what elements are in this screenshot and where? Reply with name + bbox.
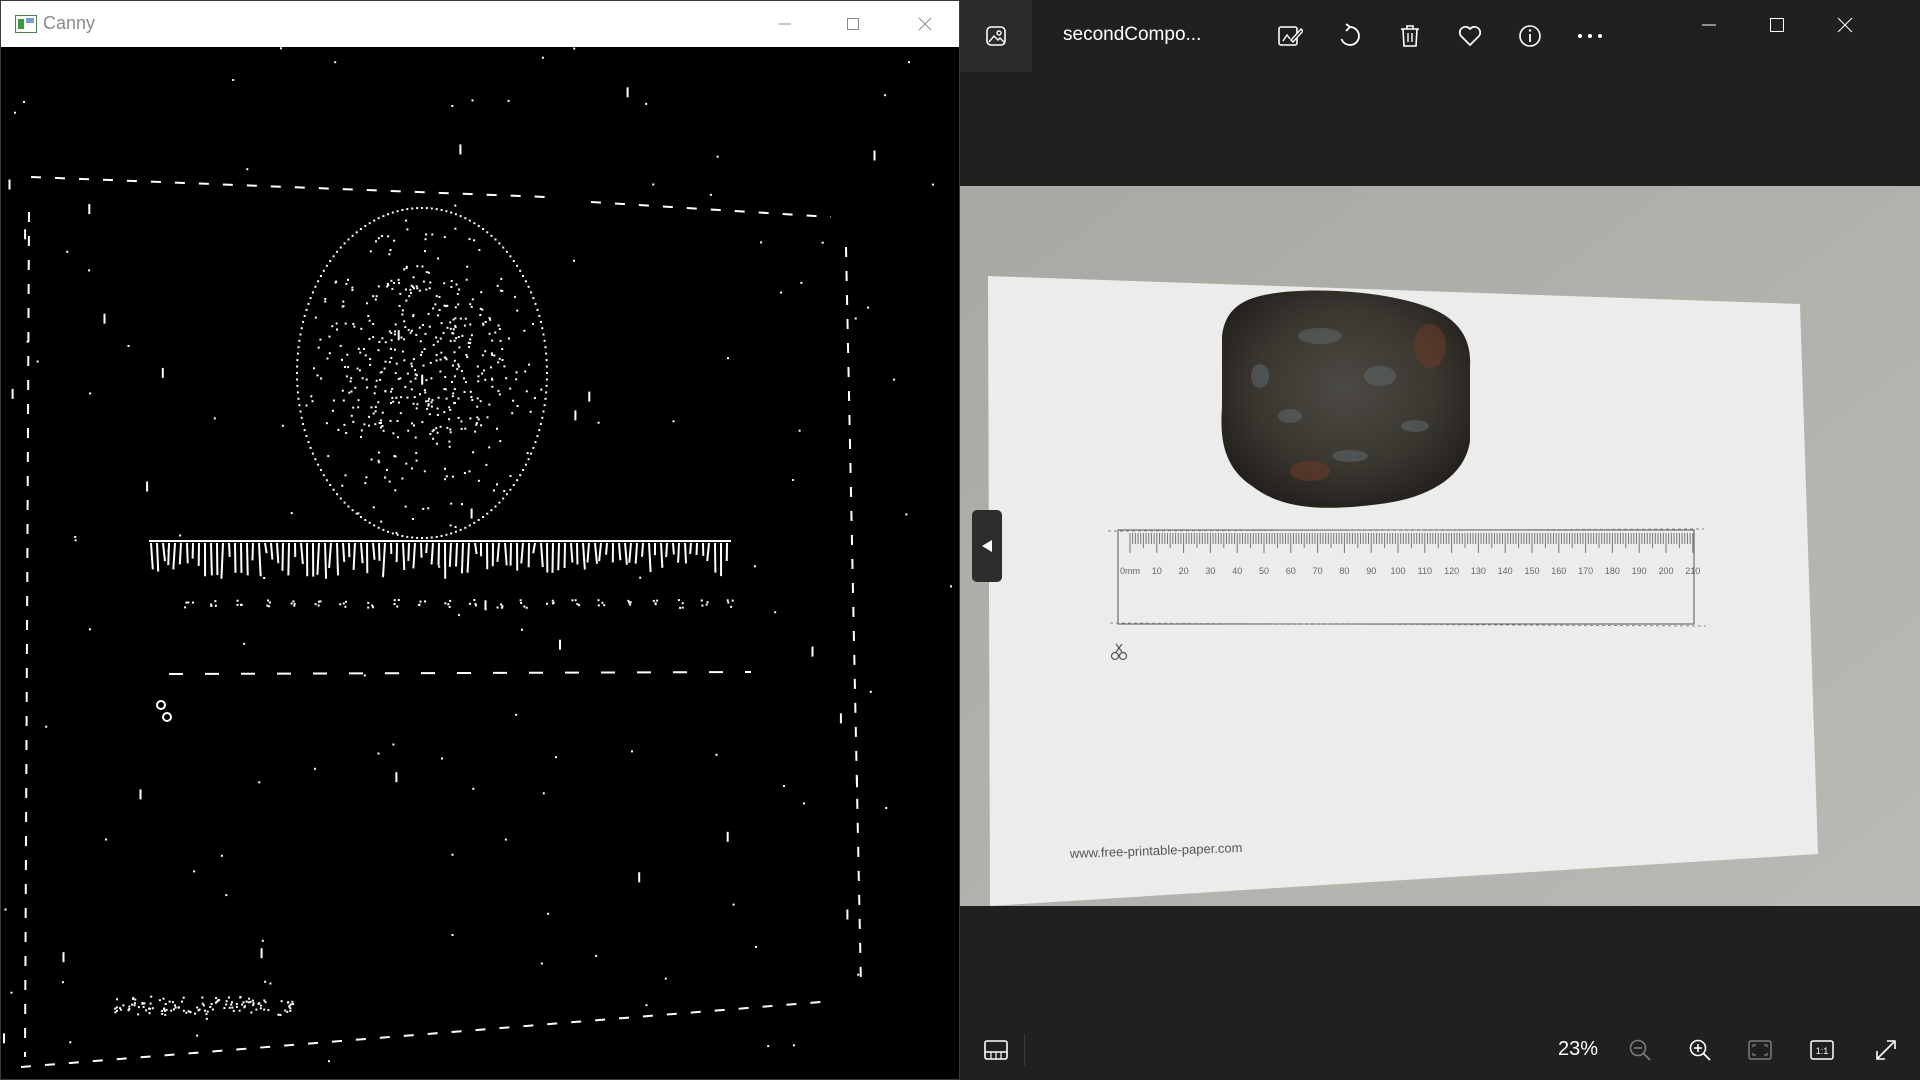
zoom-out-button[interactable] [1618, 1028, 1662, 1072]
canny-titlebar[interactable]: Canny [1, 1, 959, 47]
svg-text:160: 160 [1551, 566, 1566, 576]
info-button[interactable] [1508, 14, 1552, 58]
minimize-icon [779, 23, 791, 25]
canny-edge-image [1, 47, 959, 1079]
more-button[interactable] [1568, 14, 1612, 58]
svg-text:170: 170 [1578, 566, 1593, 576]
photos-app-button[interactable] [960, 0, 1032, 72]
svg-text:120: 120 [1444, 566, 1459, 576]
svg-text:0mm: 0mm [1120, 566, 1140, 576]
photo: 0mm 10 20 30 40 50 60 70 80 90 100 110 120 130 140 150 1… [960, 186, 1920, 906]
fullscreen-button[interactable] [1864, 1028, 1908, 1072]
window-title: Canny [43, 13, 96, 33]
svg-text:190: 190 [1632, 566, 1647, 576]
svg-text:130: 130 [1471, 566, 1486, 576]
chevron-left-icon [982, 540, 992, 552]
favorite-button[interactable] [1448, 14, 1492, 58]
edit-button[interactable] [1268, 14, 1312, 58]
photo-viewport[interactable]: 0mm 10 20 30 40 50 60 70 80 90 100 110 120 130 140 150 1… [960, 186, 1920, 906]
maximize-icon [847, 18, 859, 30]
photos-app-icon [986, 26, 1006, 46]
svg-text:110: 110 [1418, 566, 1432, 576]
close-button[interactable] [1810, 0, 1880, 50]
svg-text:140: 140 [1498, 566, 1513, 576]
svg-text:10: 10 [1152, 566, 1162, 576]
svg-text:180: 180 [1605, 566, 1620, 576]
close-icon [918, 17, 932, 31]
zoom-level: 23% [1558, 1038, 1599, 1060]
svg-text:40: 40 [1232, 566, 1242, 576]
zoom-in-button[interactable] [1678, 1028, 1722, 1072]
edit-icon [1278, 26, 1303, 46]
previous-button[interactable] [972, 510, 1002, 582]
svg-text:1:1: 1:1 [1816, 1046, 1829, 1056]
svg-text:210: 210 [1685, 566, 1700, 576]
actual-size-button[interactable]: 1:1 [1800, 1028, 1844, 1072]
svg-text:90: 90 [1366, 566, 1376, 576]
maximize-icon [1770, 18, 1784, 32]
favorite-icon [1458, 25, 1482, 47]
opencv-window-icon [15, 15, 37, 33]
info-icon [1519, 25, 1541, 47]
zoom-in-icon [1689, 1039, 1711, 1061]
filmstrip-icon [984, 1040, 1008, 1060]
svg-text:100: 100 [1390, 566, 1405, 576]
svg-text:50: 50 [1259, 566, 1269, 576]
rotate-icon [1340, 23, 1360, 46]
svg-text:60: 60 [1286, 566, 1296, 576]
minimize-button[interactable] [1674, 0, 1744, 50]
more-icon [1578, 34, 1602, 38]
stone [1221, 290, 1471, 508]
close-button[interactable] [891, 1, 959, 47]
delete-button[interactable] [1388, 14, 1432, 58]
filmstrip-button[interactable] [974, 1028, 1018, 1072]
maximize-button[interactable] [819, 1, 887, 47]
expand-icon [1876, 1040, 1896, 1060]
svg-text:150: 150 [1524, 566, 1539, 576]
file-name: secondCompo... [1063, 24, 1202, 45]
close-icon [1837, 17, 1853, 33]
svg-text:200: 200 [1658, 566, 1673, 576]
fit-window-icon [1748, 1040, 1772, 1060]
maximize-button[interactable] [1742, 0, 1812, 50]
photos-toolbar: secondCompo... [960, 0, 1920, 72]
actual-size-icon: 1:1 [1810, 1040, 1834, 1060]
rotate-button[interactable] [1328, 14, 1372, 58]
fit-to-window-button[interactable] [1738, 1028, 1782, 1072]
canny-window: Canny [0, 0, 960, 1080]
minimize-icon [1702, 24, 1716, 26]
svg-text:70: 70 [1313, 566, 1323, 576]
photos-window: secondCompo... 0mm 10 20 30 40 50 60 70 … [960, 0, 1920, 1080]
svg-text:20: 20 [1179, 566, 1189, 576]
photos-bottombar: 23% 1:1 [960, 1018, 1920, 1080]
delete-icon [1401, 25, 1419, 47]
svg-text:80: 80 [1339, 566, 1349, 576]
divider [1024, 1034, 1025, 1066]
svg-text:30: 30 [1205, 566, 1215, 576]
zoom-out-icon [1629, 1039, 1651, 1061]
minimize-button[interactable] [751, 1, 819, 47]
